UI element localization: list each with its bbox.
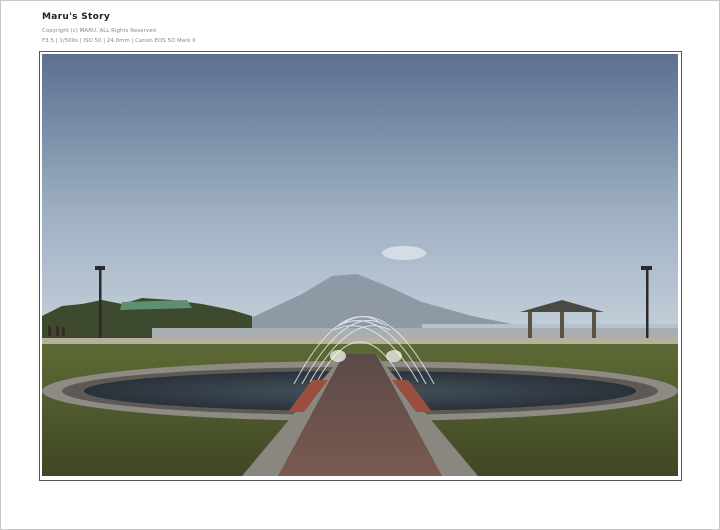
cloud [382,246,426,260]
copyright-line: Copyright (c) MARU. ALL Rights Reserved [42,28,156,34]
blog-title: Maru's Story [42,12,110,22]
sea [422,324,678,328]
people [48,326,65,336]
photo [42,54,678,476]
photo-scene [42,54,678,476]
exif-line: F3.5 | 1/500s | ISO 50 | 24.0mm | Canon … [42,38,196,44]
watermark-header: Maru's Story Copyright (c) MARU. ALL Rig… [42,12,196,46]
